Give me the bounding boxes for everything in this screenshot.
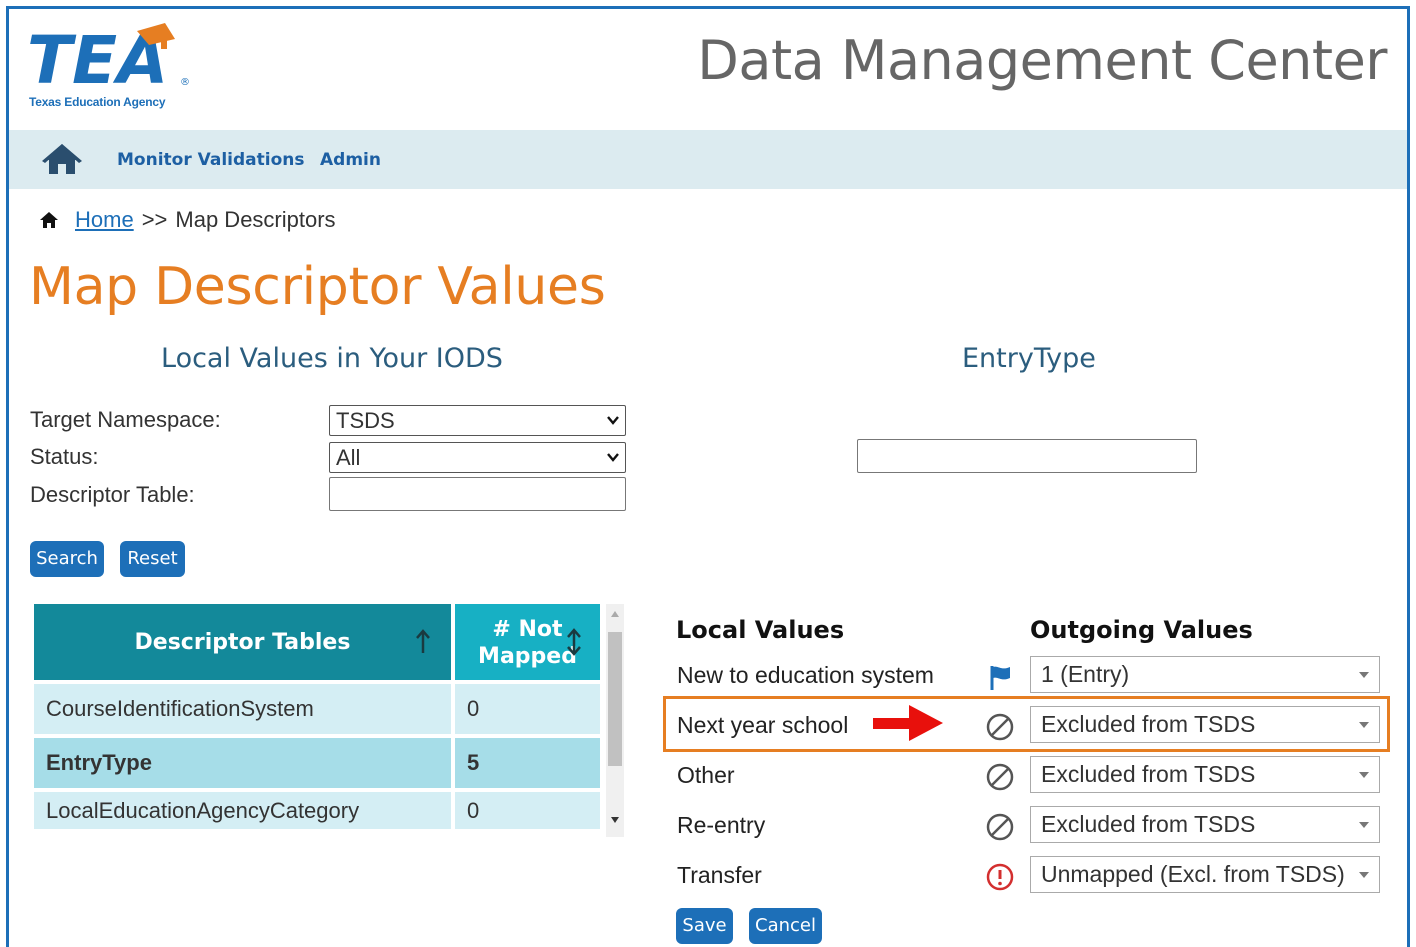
status-select[interactable]: All: [329, 442, 626, 473]
not-mapped-cell: 0: [455, 792, 600, 829]
table-row[interactable]: LocalEducationAgencyCategory 0: [34, 792, 600, 829]
target-namespace-value: TSDS: [336, 408, 395, 433]
dropdown-arrow-icon: [1359, 822, 1369, 828]
cancel-button[interactable]: Cancel: [749, 908, 822, 944]
dropdown-arrow-icon: [1359, 672, 1369, 678]
outgoing-value-select[interactable]: Unmapped (Excl. from TSDS): [1030, 856, 1380, 893]
search-button[interactable]: Search: [30, 541, 104, 577]
target-namespace-label: Target Namespace:: [30, 407, 221, 432]
outgoing-value-select[interactable]: 1 (Entry): [1030, 656, 1380, 693]
dropdown-arrow-icon: [1359, 872, 1369, 878]
local-values-header: Local Values: [676, 616, 845, 644]
outgoing-value-text: Unmapped (Excl. from TSDS): [1041, 861, 1345, 887]
outgoing-value-text: Excluded from TSDS: [1041, 761, 1256, 787]
warning-icon: [986, 863, 1014, 891]
breadcrumb-separator: >>: [141, 207, 168, 232]
descriptor-table-label: Descriptor Table:: [30, 482, 195, 507]
mapping-row: New to education system 1 (Entry): [677, 656, 1397, 696]
breadcrumb: Home >> Map Descriptors: [39, 207, 336, 233]
status-value: All: [336, 445, 361, 470]
svg-text:®: ®: [180, 77, 190, 88]
app-title: Data Management Center: [697, 29, 1387, 92]
outgoing-value-text: Excluded from TSDS: [1041, 811, 1256, 837]
local-value-label: New to education system: [677, 662, 934, 688]
local-value-label: Other: [677, 762, 735, 788]
descriptor-name-cell: CourseIdentificationSystem: [34, 684, 451, 734]
status-label: Status:: [30, 444, 99, 469]
descriptor-name-cell: EntryType: [34, 738, 451, 788]
descriptor-tables-header[interactable]: Descriptor Tables: [34, 604, 451, 680]
save-button[interactable]: Save: [676, 908, 733, 944]
dropdown-arrow-icon: [1359, 772, 1369, 778]
outgoing-value-select[interactable]: Excluded from TSDS: [1030, 756, 1380, 793]
scroll-down-icon[interactable]: [610, 816, 620, 824]
not-mapped-cell: 5: [455, 738, 600, 788]
reset-button[interactable]: Reset: [120, 541, 185, 577]
top-nav: Monitor Validations Admin: [9, 130, 1407, 189]
outgoing-values-header: Outgoing Values: [1030, 616, 1253, 644]
local-values-heading: Local Values in Your IODS: [161, 343, 503, 374]
local-value-label: Re-entry: [677, 812, 766, 838]
table-row[interactable]: CourseIdentificationSystem 0: [34, 684, 600, 734]
mapping-row: Other Excluded from TSDS: [677, 756, 1397, 796]
descriptor-table-input[interactable]: [329, 477, 626, 511]
highlight-annotation-box: [663, 696, 1390, 752]
outgoing-value-select[interactable]: Excluded from TSDS: [1030, 806, 1380, 843]
mapping-row: Re-entry Excluded from TSDS: [677, 806, 1397, 846]
descriptor-name-cell: LocalEducationAgencyCategory: [34, 792, 451, 829]
breadcrumb-home-icon: [40, 212, 58, 228]
table-scrollbar[interactable]: [606, 604, 624, 837]
target-namespace-select[interactable]: TSDS: [329, 405, 626, 436]
sort-asc-icon: [416, 629, 430, 653]
scroll-up-icon[interactable]: [610, 610, 620, 618]
scrollbar-thumb[interactable]: [608, 632, 622, 766]
breadcrumb-current: Map Descriptors: [175, 207, 336, 232]
not-mapped-cell: 0: [455, 684, 600, 734]
not-mapped-header[interactable]: # Not Mapped: [455, 604, 600, 680]
excluded-icon: [986, 763, 1014, 791]
sort-both-icon: [567, 628, 581, 656]
mapping-row: Transfer Unmapped (Excl. from TSDS): [677, 856, 1397, 896]
page-title: Map Descriptor Values: [29, 257, 606, 317]
nav-monitor-validations[interactable]: Monitor Validations: [117, 150, 304, 170]
home-icon[interactable]: [42, 142, 82, 176]
descriptor-tables-header-label: Descriptor Tables: [134, 629, 351, 655]
entrytype-filter-input[interactable]: [857, 439, 1197, 473]
table-row-selected[interactable]: EntryType 5: [34, 738, 600, 788]
red-arrow-icon: [873, 705, 943, 741]
breadcrumb-home-link[interactable]: Home: [75, 207, 134, 233]
chevron-down-icon: [607, 416, 619, 425]
local-value-label: Transfer: [677, 862, 762, 888]
chevron-down-icon: [607, 453, 619, 462]
excluded-icon: [986, 813, 1014, 841]
entrytype-heading: EntryType: [962, 343, 1096, 374]
descriptor-tables-grid: Descriptor Tables # Not Mapped CourseIde…: [34, 604, 602, 829]
tea-logo: TEA ® Texas Education Agency: [27, 23, 197, 113]
app-frame: TEA ® Texas Education Agency Data Manage…: [6, 6, 1410, 947]
outgoing-value-text: 1 (Entry): [1041, 661, 1130, 687]
flag-icon: [990, 666, 1010, 690]
nav-admin[interactable]: Admin: [320, 150, 381, 170]
logo-subtitle: Texas Education Agency: [29, 95, 166, 109]
